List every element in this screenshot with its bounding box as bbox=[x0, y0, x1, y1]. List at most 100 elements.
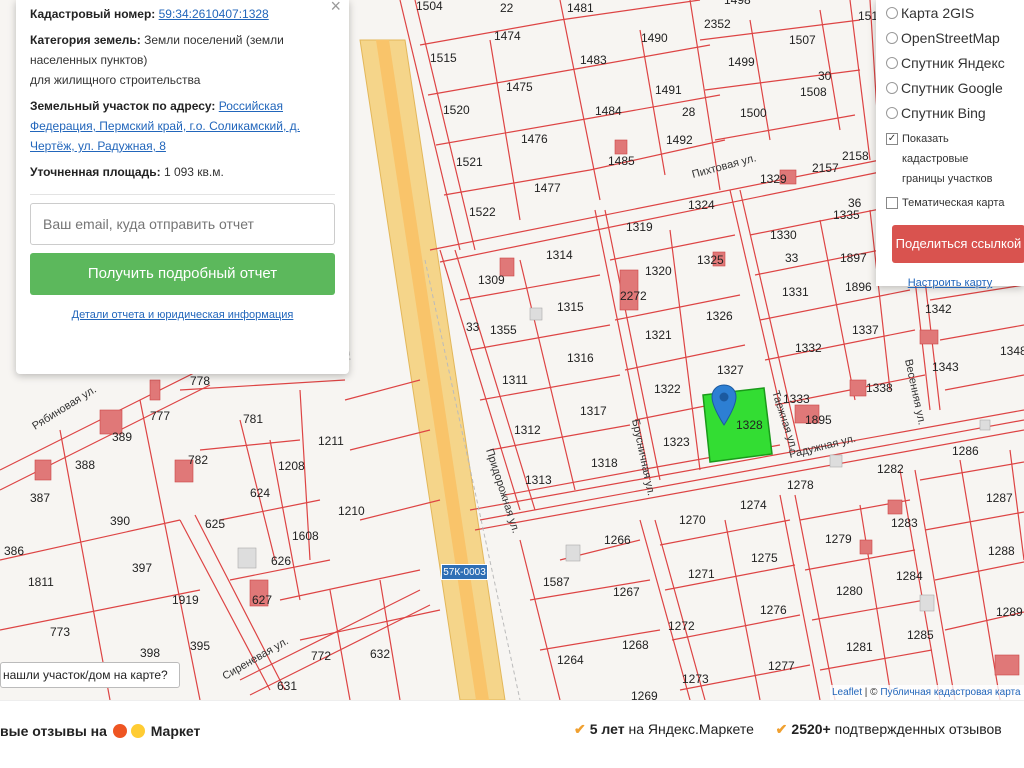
cadastral-source-link[interactable]: Публичная кадастровая карта bbox=[880, 687, 1020, 698]
plot-number-label[interactable]: 2272 bbox=[620, 289, 647, 303]
configure-map-link[interactable]: Настроить карту bbox=[886, 277, 1014, 289]
layer-option[interactable]: OpenStreetMap bbox=[886, 25, 1014, 50]
plot-number-label[interactable]: 1477 bbox=[534, 181, 561, 195]
plot-number-label[interactable]: 397 bbox=[132, 561, 152, 575]
plot-number-label[interactable]: 388 bbox=[75, 458, 95, 472]
plot-number-label[interactable]: 1271 bbox=[688, 567, 715, 581]
plot-number-label[interactable]: 1328 bbox=[736, 418, 763, 432]
checkbox-icon[interactable] bbox=[886, 197, 898, 209]
plot-number-label[interactable]: 1331 bbox=[782, 285, 809, 299]
plot-number-label[interactable]: 1587 bbox=[543, 575, 570, 589]
share-link-button[interactable]: Поделиться ссылкой bbox=[892, 225, 1024, 263]
plot-number-label[interactable]: 1276 bbox=[760, 603, 787, 617]
plot-number-label[interactable]: 1481 bbox=[567, 1, 594, 15]
plot-number-label[interactable]: 1332 bbox=[795, 341, 822, 355]
plot-number-label[interactable]: 1317 bbox=[580, 404, 607, 418]
plot-number-label[interactable]: 1269 bbox=[631, 689, 658, 700]
plot-number-label[interactable]: 1329 bbox=[760, 172, 787, 186]
plot-number-label[interactable]: 1211 bbox=[318, 434, 344, 448]
plot-number-label[interactable]: 1314 bbox=[546, 248, 573, 262]
plot-number-label[interactable]: 1491 bbox=[655, 83, 682, 97]
plot-number-label[interactable]: 1498 bbox=[724, 0, 751, 7]
not-found-tip[interactable]: нашли участок/дом на карте? bbox=[0, 662, 180, 688]
report-details-link[interactable]: Детали отчета и юридическая информация bbox=[30, 309, 335, 321]
email-field[interactable] bbox=[30, 203, 335, 245]
plot-number-label[interactable]: 1348 bbox=[1000, 344, 1024, 358]
radio-icon[interactable] bbox=[886, 106, 898, 119]
plot-number-label[interactable]: 1280 bbox=[836, 584, 863, 598]
plot-number-label[interactable]: 1264 bbox=[557, 653, 584, 667]
plot-number-label[interactable]: 1326 bbox=[706, 309, 733, 323]
plot-number-label[interactable]: 1267 bbox=[613, 585, 640, 599]
plot-number-label[interactable]: 1355 bbox=[490, 323, 517, 337]
plot-number-label[interactable]: 30 bbox=[818, 69, 832, 83]
plot-number-label[interactable]: 395 bbox=[190, 639, 210, 653]
plot-number-label[interactable]: 1318 bbox=[591, 456, 618, 470]
plot-number-label[interactable]: 386 bbox=[4, 544, 24, 558]
plot-number-label[interactable]: 1476 bbox=[521, 132, 548, 146]
plot-number-label[interactable]: 1321 bbox=[645, 328, 672, 342]
plot-number-label[interactable]: 1507 bbox=[789, 33, 816, 47]
plot-number-label[interactable]: 1811 bbox=[28, 575, 54, 589]
plot-number-label[interactable]: 389 bbox=[112, 430, 132, 444]
plot-number-label[interactable]: 1277 bbox=[768, 659, 795, 673]
plot-number-label[interactable]: 1521 bbox=[456, 155, 483, 169]
plot-number-label[interactable]: 1325 bbox=[697, 253, 724, 267]
plot-number-label[interactable]: 2157 bbox=[812, 161, 839, 175]
plot-number-label[interactable]: 1608 bbox=[292, 529, 319, 543]
plot-number-label[interactable]: 1322 bbox=[654, 382, 681, 396]
thematic-map-option[interactable]: Тематическая карта bbox=[886, 193, 1014, 213]
plot-number-label[interactable]: 1492 bbox=[666, 133, 693, 147]
show-boundaries-option[interactable]: ✓ Показать кадастровые границы участков bbox=[886, 129, 1014, 189]
plot-number-label[interactable]: 1210 bbox=[338, 504, 365, 518]
plot-number-label[interactable]: 1485 bbox=[608, 154, 635, 168]
checkbox-checked-icon[interactable]: ✓ bbox=[886, 133, 898, 145]
plot-number-label[interactable]: 1896 bbox=[845, 280, 872, 294]
plot-number-label[interactable]: 626 bbox=[271, 554, 291, 568]
layer-option[interactable]: Спутник Google bbox=[886, 75, 1014, 100]
plot-number-label[interactable]: 1273 bbox=[682, 672, 709, 686]
plot-number-label[interactable]: 1522 bbox=[469, 205, 496, 219]
plot-number-label[interactable]: 1278 bbox=[787, 478, 814, 492]
radio-icon[interactable] bbox=[886, 6, 898, 19]
plot-number-label[interactable]: 36 bbox=[848, 196, 862, 210]
plot-number-label[interactable]: 1335 bbox=[833, 208, 860, 222]
get-report-button[interactable]: Получить подробный отчет bbox=[30, 253, 335, 295]
cadastral-number-link[interactable]: 59:34:2610407:1328 bbox=[159, 7, 269, 21]
plot-number-label[interactable]: 398 bbox=[140, 646, 160, 660]
radio-icon[interactable] bbox=[886, 31, 898, 44]
close-icon[interactable]: × bbox=[330, 0, 341, 17]
plot-number-label[interactable]: 781 bbox=[243, 412, 263, 426]
plot-number-label[interactable]: 2158 bbox=[842, 149, 869, 163]
plot-number-label[interactable]: 1499 bbox=[728, 55, 755, 69]
plot-number-label[interactable]: 1319 bbox=[626, 220, 653, 234]
plot-number-label[interactable]: 1320 bbox=[645, 264, 672, 278]
plot-number-label[interactable]: 1287 bbox=[986, 491, 1013, 505]
plot-number-label[interactable]: 1484 bbox=[595, 104, 622, 118]
plot-number-label[interactable]: 1324 bbox=[688, 198, 715, 212]
plot-number-label[interactable]: 1274 bbox=[740, 498, 767, 512]
plot-number-label[interactable]: 772 bbox=[311, 649, 331, 663]
plot-number-label[interactable]: 1286 bbox=[952, 444, 979, 458]
plot-number-label[interactable]: 1316 bbox=[567, 351, 594, 365]
plot-number-label[interactable]: 1311 bbox=[502, 373, 528, 387]
plot-number-label[interactable]: 1338 bbox=[866, 381, 893, 395]
plot-number-label[interactable]: 1490 bbox=[641, 31, 668, 45]
plot-number-label[interactable]: 1515 bbox=[430, 51, 457, 65]
plot-number-label[interactable]: 1270 bbox=[679, 513, 706, 527]
plot-number-label[interactable]: 1895 bbox=[805, 413, 832, 427]
plot-number-label[interactable]: 1284 bbox=[896, 569, 923, 583]
plot-number-label[interactable]: 1272 bbox=[668, 619, 695, 633]
plot-number-label[interactable]: 1323 bbox=[663, 435, 690, 449]
plot-number-label[interactable]: 1330 bbox=[770, 228, 797, 242]
plot-number-label[interactable]: 1327 bbox=[717, 363, 744, 377]
plot-number-label[interactable]: 1282 bbox=[877, 462, 904, 476]
plot-number-label[interactable]: 1475 bbox=[506, 80, 533, 94]
plot-number-label[interactable]: 28 bbox=[682, 105, 696, 119]
plot-number-label[interactable]: 1312 bbox=[514, 423, 541, 437]
plot-number-label[interactable]: 773 bbox=[50, 625, 70, 639]
plot-number-label[interactable]: 1333 bbox=[783, 392, 810, 406]
plot-number-label[interactable]: 777 bbox=[150, 409, 170, 423]
layer-option[interactable]: Спутник Яндекс bbox=[886, 50, 1014, 75]
plot-number-label[interactable]: 1504 bbox=[416, 0, 443, 13]
